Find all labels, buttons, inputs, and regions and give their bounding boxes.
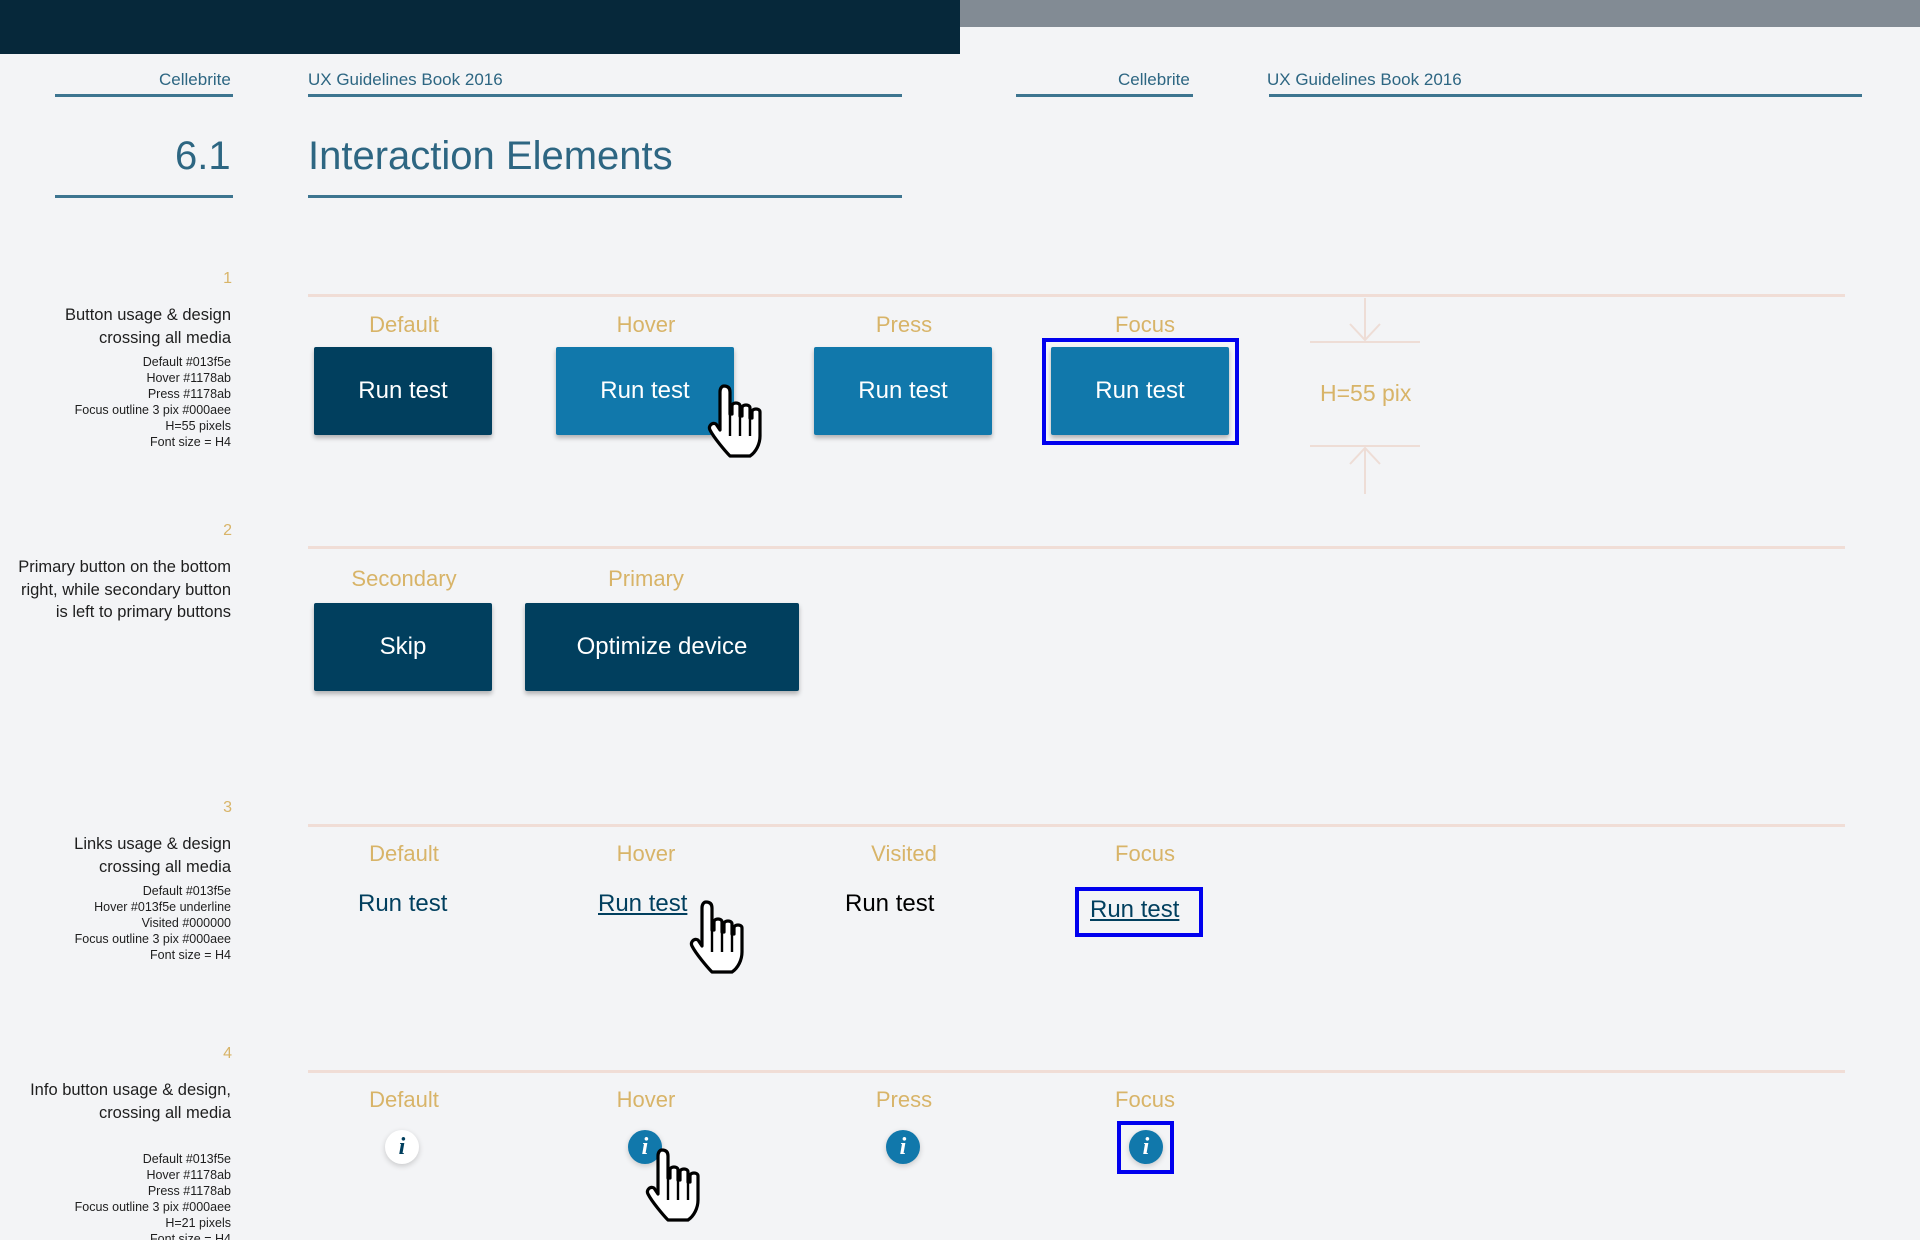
info-button-focus[interactable]: i [1129, 1130, 1163, 1164]
state-label-primary: Primary [608, 566, 684, 591]
spec-line: H=21 pixels [165, 1216, 231, 1230]
chapter-number-rule [55, 195, 233, 198]
header-rule-left-1 [55, 94, 233, 97]
section-1-divider [308, 294, 1845, 297]
run-test-button-press[interactable]: Run test [814, 347, 992, 435]
state-label-default: Default [369, 1087, 439, 1112]
run-test-link-visited[interactable]: Run test [845, 890, 934, 918]
header-brand-right: Cellebrite [1118, 70, 1190, 89]
state-label-press: Press [875, 312, 933, 337]
spec-line: Focus outline 3 pix #000aee [74, 932, 231, 946]
run-test-link-default[interactable]: Run test [358, 890, 447, 918]
header-book-right: UX Guidelines Book 2016 [1267, 70, 1462, 89]
hand-cursor-icon [645, 1148, 700, 1222]
section-2-description: Primary button on the bottom right, whil… [18, 558, 231, 621]
run-test-link-hover[interactable]: Run test [598, 890, 687, 918]
info-button-default[interactable]: i [385, 1130, 419, 1164]
spec-line: Font size = H4 [150, 1232, 231, 1240]
spec-line: Default #013f5e [142, 884, 231, 898]
top-bar-gray [960, 0, 1920, 27]
spec-line: Font size = H4 [150, 948, 231, 962]
section-4-number: 4 [223, 1045, 232, 1062]
spec-line: Default #013f5e [142, 355, 231, 369]
state-label-focus: Focus [1115, 841, 1175, 866]
section-4-description: Info button usage & design, crossing all… [30, 1081, 231, 1122]
chapter-number: 6.1 [175, 134, 231, 178]
info-button-press[interactable]: i [886, 1130, 920, 1164]
spec-line: Default #013f5e [142, 1152, 231, 1166]
state-label-hover: Hover [616, 312, 676, 337]
header-rule-right-2 [1269, 94, 1862, 97]
dimension-label: H=55 pix [1320, 380, 1412, 406]
skip-button[interactable]: Skip [314, 603, 492, 691]
spec-line: Font size = H4 [150, 435, 231, 449]
page-title: Interaction Elements [308, 134, 673, 178]
spec-line: Focus outline 3 pix #000aee [74, 1200, 231, 1214]
run-test-link-focus[interactable]: Run test [1090, 896, 1179, 924]
top-bar-dark [0, 0, 960, 54]
hand-cursor-icon [707, 384, 762, 458]
optimize-device-button[interactable]: Optimize device [525, 603, 799, 691]
header-brand-left: Cellebrite [159, 70, 231, 89]
spec-line: Press #1178ab [147, 387, 231, 401]
run-test-button-focus[interactable]: Run test [1051, 347, 1229, 435]
section-1-description: Button usage & design crossing all media [64, 306, 231, 347]
section-3-specs: Default #013f5e Hover #013f5e underline … [11, 883, 231, 963]
header-rule-right-1 [1016, 94, 1193, 97]
state-label-visited: Visited [871, 841, 937, 866]
spec-line: Hover #1178ab [146, 1168, 231, 1182]
spec-line: H=55 pixels [165, 419, 231, 433]
section-4-specs: Default #013f5e Hover #1178ab Press #117… [11, 1151, 231, 1240]
header-book-left: UX Guidelines Book 2016 [308, 70, 503, 89]
state-label-default: Default [369, 312, 439, 337]
state-label-default: Default [369, 841, 439, 866]
section-2-number: 2 [223, 522, 232, 539]
hand-cursor-icon [689, 900, 744, 974]
spec-line: Hover #013f5e underline [94, 900, 231, 914]
spec-line: Visited #000000 [141, 916, 231, 930]
section-3-number: 3 [223, 799, 232, 816]
section-2-divider [308, 546, 1845, 549]
state-label-hover: Hover [616, 841, 676, 866]
state-label-secondary: Secondary [351, 566, 457, 591]
section-1-specs: Default #013f5e Hover #1178ab Press #117… [11, 354, 231, 450]
spec-line: Press #1178ab [147, 1184, 231, 1198]
state-label-focus: Focus [1115, 312, 1175, 337]
section-3-description: Links usage & design crossing all media [74, 835, 231, 876]
state-label-press: Press [875, 1087, 933, 1112]
state-label-focus: Focus [1115, 1087, 1175, 1112]
run-test-button-default[interactable]: Run test [314, 347, 492, 435]
state-label-hover: Hover [616, 1087, 676, 1112]
spec-line: Hover #1178ab [146, 371, 231, 385]
section-3-divider [308, 824, 1845, 827]
header-rule-left-2 [308, 94, 902, 97]
section-4-divider [308, 1070, 1845, 1073]
section-1-number: 1 [223, 270, 232, 287]
spec-line: Focus outline 3 pix #000aee [74, 403, 231, 417]
page-title-rule [308, 195, 902, 198]
